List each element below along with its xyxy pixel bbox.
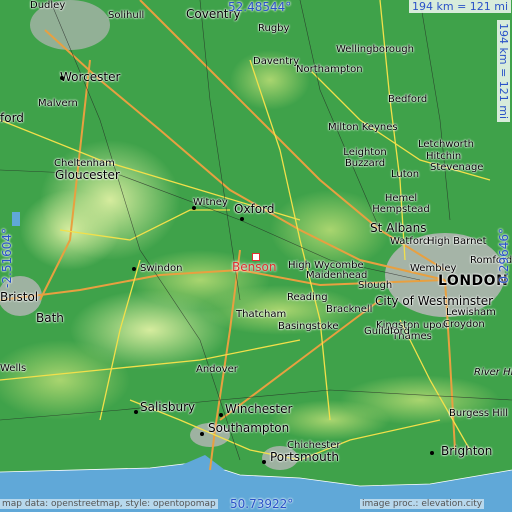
city-label-portsmouth: Portsmouth — [270, 450, 339, 464]
city-label-worcester: Worcester — [60, 70, 121, 84]
city-label-thatcham: Thatcham — [236, 309, 287, 320]
city-label-witney: Witney — [193, 197, 228, 208]
location-label-benson: Benson — [232, 260, 277, 274]
city-label-bracknell: Bracknell — [326, 304, 373, 315]
city-label-hitchin: Hitchin — [426, 151, 462, 162]
city-label-bedford: Bedford — [388, 94, 428, 105]
city-label-swindon: Swindon — [140, 263, 183, 274]
city-dot — [200, 432, 204, 436]
city-label-southampton: Southampton — [208, 421, 290, 435]
scale-bar-top: 194 km = 121 mi — [409, 0, 512, 13]
city-label-high-barnet: High Barnet — [427, 236, 487, 247]
city-label-malvern: Malvern — [38, 98, 78, 109]
city-label-milton-keynes: Milton Keynes — [328, 122, 398, 133]
city-label-luton: Luton — [391, 169, 420, 180]
city-label-rugby: Rugby — [258, 23, 290, 34]
city-label-winchester: Winchester — [225, 402, 293, 416]
city-label-lewisham: Lewisham — [446, 307, 496, 318]
city-dot — [132, 267, 136, 271]
map-canvas[interactable]: Dudley Solihull Coventry Rugby Wellingbo… — [0, 0, 512, 512]
city-label-wellingborough: Wellingborough — [336, 44, 414, 55]
city-label-st-albans: St Albans — [370, 221, 427, 235]
city-label-wells: Wells — [0, 363, 27, 374]
city-label-solihull: Solihull — [108, 10, 145, 21]
city-label-basingstoke: Basingstoke — [278, 321, 339, 332]
city-label-bristol: Bristol — [0, 290, 39, 304]
city-label-croydon: Croydon — [443, 319, 485, 330]
city-label-stevenage: Stevenage — [430, 162, 484, 173]
coord-top: 52.48544° — [228, 0, 292, 14]
city-label-brighton: Brighton — [441, 444, 493, 458]
city-label-bath: Bath — [36, 311, 64, 325]
city-label-dudley: Dudley — [30, 0, 66, 11]
city-dot — [192, 206, 196, 210]
coord-right: 0.29646° — [497, 228, 511, 284]
city-label-watford: Watford — [390, 236, 430, 247]
coord-bottom: 50.73922° — [230, 497, 294, 511]
city-dot — [240, 217, 244, 221]
city-label-oxford: Oxford — [234, 202, 275, 216]
city-label-salisbury: Salisbury — [140, 400, 196, 414]
city-label-river-hill: River Hill — [474, 367, 512, 378]
map-credit: map data: openstreetmap, style: opentopo… — [0, 499, 218, 509]
city-label-reading: Reading — [287, 292, 328, 303]
city-label-slough: Slough — [358, 280, 393, 291]
city-dot — [134, 410, 138, 414]
coord-left: -2.51604° — [0, 228, 14, 288]
city-label-guildford: Guildford — [364, 326, 410, 337]
scale-bar-side: 194 km = 121 mi — [497, 20, 510, 123]
city-label-gloucester: Gloucester — [55, 168, 120, 182]
city-label-letchworth: Letchworth — [418, 139, 474, 150]
image-credit: image proc.: elevation.city — [360, 499, 485, 509]
city-label-northampton: Northampton — [296, 64, 363, 75]
city-dot — [262, 460, 266, 464]
city-label-hemel-hempstead: Hemel Hempstead — [372, 193, 430, 215]
city-dot — [60, 76, 64, 80]
city-dot — [219, 413, 223, 417]
city-label-city-of-westminster: City of Westminster — [375, 294, 494, 308]
city-label-ford: ford — [0, 111, 24, 125]
city-label-burgess-hill: Burgess Hill — [449, 408, 509, 419]
city-label-leighton-buzzard: Leighton Buzzard — [343, 147, 387, 169]
city-label-andover: Andover — [196, 364, 238, 375]
city-dot — [430, 451, 434, 455]
city-label-daventry: Daventry — [253, 56, 300, 67]
